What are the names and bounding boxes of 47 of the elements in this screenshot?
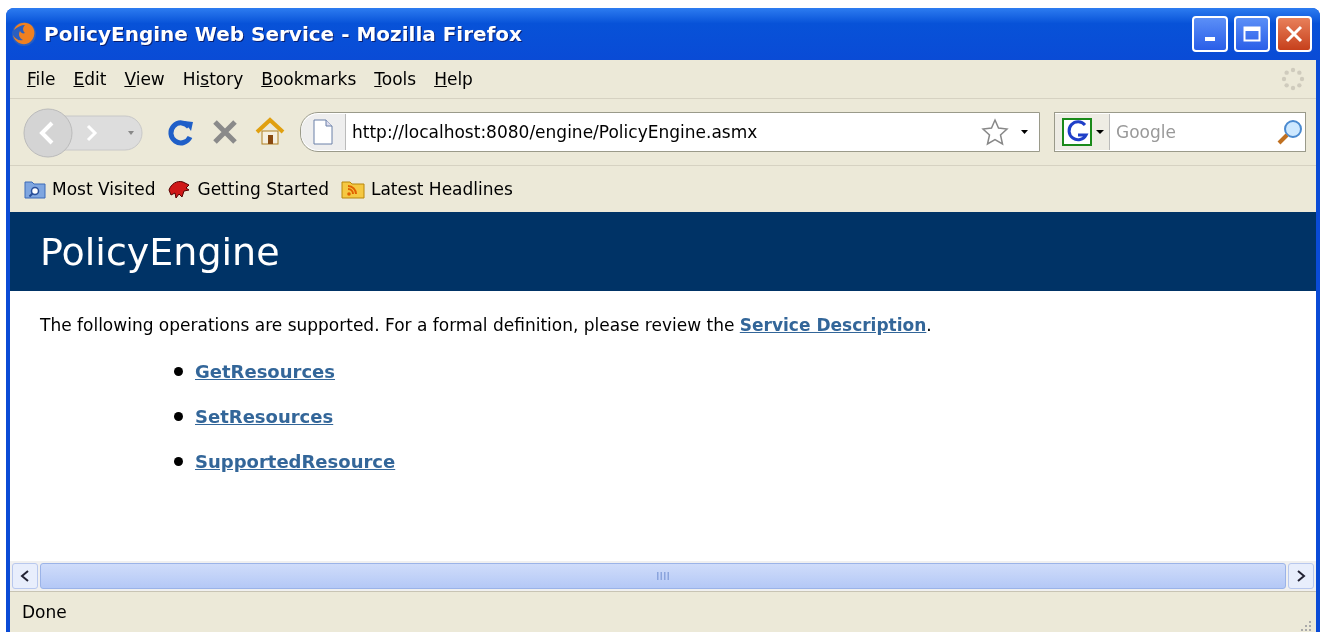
google-g-icon[interactable] — [1060, 117, 1093, 147]
dropdown-icon[interactable] — [1095, 129, 1104, 135]
bookmark-item[interactable]: Getting Started — [197, 179, 329, 199]
scroll-left-button[interactable] — [12, 563, 38, 589]
search-bar[interactable]: Google — [1054, 112, 1306, 152]
home-icon[interactable] — [254, 117, 286, 147]
search-icon[interactable] — [1275, 117, 1305, 147]
menu-item[interactable]: History — [173, 67, 253, 91]
maximize-button[interactable] — [1234, 16, 1270, 52]
menu-item[interactable]: View — [115, 67, 174, 91]
page-heading: PolicyEngine — [10, 212, 1316, 291]
operation-link[interactable]: GetResources — [195, 361, 336, 382]
intro-text: The following operations are supported. For a formal definition, please review the Service Description. — [40, 315, 933, 335]
address-field[interactable]: http://localhost:8080/engine/PolicyEngine.asmx — [346, 121, 981, 143]
firefox-logo-icon — [10, 20, 38, 48]
resize-grip-icon[interactable] — [1298, 618, 1312, 632]
bullet-icon — [174, 412, 183, 421]
bullet-icon — [174, 457, 183, 466]
service-description-link[interactable]: Service Description — [739, 315, 927, 335]
menu-item[interactable]: Tools — [365, 67, 426, 91]
maximize-icon — [1243, 26, 1261, 42]
rss-folder-icon — [340, 179, 365, 199]
bullet-icon — [174, 367, 183, 376]
close-button[interactable] — [1276, 16, 1312, 52]
minimize-button[interactable] — [1192, 16, 1228, 52]
minimize-icon — [1205, 37, 1215, 41]
operation-link[interactable]: SetResources — [195, 406, 334, 427]
page-icon — [313, 119, 333, 145]
throbber-icon — [1280, 66, 1306, 92]
reload-icon[interactable] — [166, 117, 196, 147]
folder-search-icon — [24, 179, 46, 199]
window-title: PolicyEngine Web Service - Mozilla Firefox — [44, 22, 523, 46]
menu-item[interactable]: Bookmarks — [252, 67, 366, 91]
bookmark-item[interactable]: Most Visited — [52, 179, 156, 199]
scrollbar-thumb[interactable] — [40, 563, 1286, 589]
operation-link[interactable]: SupportedResource — [195, 451, 396, 472]
dinosaur-icon — [167, 178, 192, 200]
scroll-right-button[interactable] — [1288, 563, 1314, 589]
address-bar[interactable]: http://localhost:8080/engine/PolicyEngine.asmx — [300, 112, 1040, 152]
menu-item[interactable]: Edit — [64, 67, 116, 91]
menu-item[interactable]: File — [18, 67, 65, 91]
grip-icon — [656, 571, 670, 581]
status-text: Done — [22, 602, 68, 622]
bookmark-item[interactable]: Latest Headlines — [370, 179, 513, 199]
menu-item[interactable]: Help — [425, 67, 482, 91]
close-icon — [1285, 25, 1303, 43]
star-icon[interactable] — [981, 118, 1009, 146]
